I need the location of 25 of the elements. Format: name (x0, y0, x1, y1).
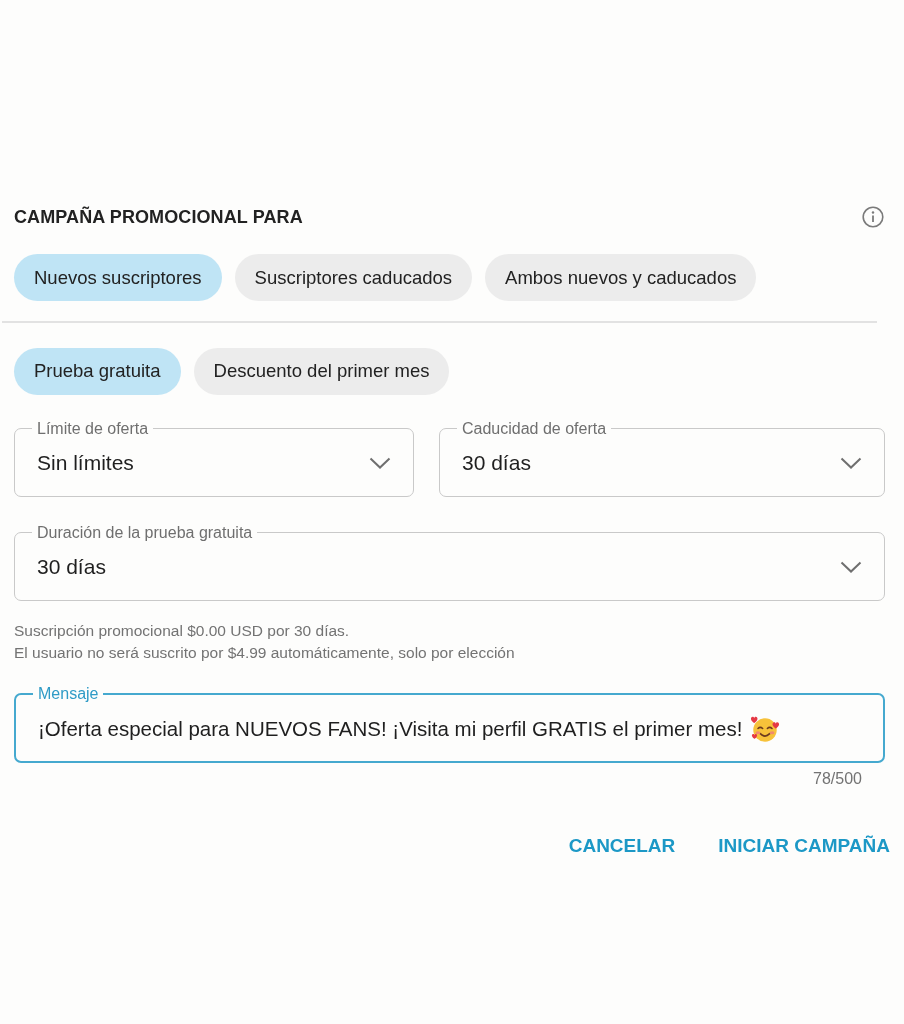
dropdown-field[interactable]: Duración de la prueba gratuita 30 días (14, 523, 885, 601)
message-text: ¡Oferta especial para NUEVOS FANS! ¡Visita mi perfil GRATIS el primer mes! (38, 716, 743, 741)
chevron-down-icon (840, 456, 862, 469)
chevron-down-icon (369, 456, 391, 469)
field-value: 30 días (37, 554, 106, 579)
character-counter: 78/500 (813, 768, 862, 789)
section-title: CAMPAÑA PROMOCIONAL PARA (14, 205, 303, 229)
filter-chip[interactable]: Descuento del primer mes (193, 347, 450, 395)
chevron-down-icon (840, 560, 862, 573)
summary-text: El usuario no será suscrito por $4.99 automáticamente, solo por elección (14, 642, 516, 663)
filter-chip[interactable]: Suscriptores caducados (234, 254, 473, 301)
field-label: Mensaje (37, 684, 100, 703)
field-label: Duración de la prueba gratuita (36, 523, 254, 542)
field-value: Sin límites (37, 450, 134, 475)
message-field[interactable]: Mensaje ¡Oferta especial para NUEVOS FANS! ¡Visita mi perfil GRATIS el primer mes! (14, 684, 885, 763)
dropdown-field[interactable]: Caducidad de oferta 30 días (439, 419, 885, 497)
filter-chip[interactable]: Ambos nuevos y caducados (485, 254, 757, 301)
field-label: Límite de oferta (36, 419, 150, 438)
filter-chip[interactable]: Nuevos suscriptores (14, 254, 222, 301)
dropdown-field[interactable]: Límite de oferta Sin límites (14, 419, 414, 497)
summary-text: Suscripción promocional $0.00 USD por 30 días. (14, 620, 351, 641)
field-label: Caducidad de oferta (461, 419, 608, 438)
info-icon[interactable] (862, 206, 884, 228)
field-value: 30 días (462, 450, 531, 475)
filter-chip[interactable]: Prueba gratuita (14, 347, 181, 395)
